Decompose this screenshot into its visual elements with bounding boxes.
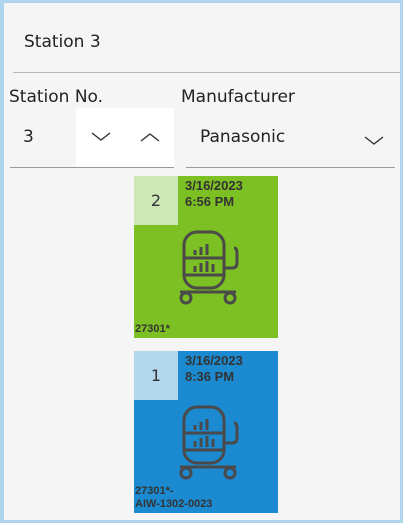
station-no-underline (10, 167, 174, 168)
card-timestamp: 3/16/2023 8:36 PM (185, 353, 243, 385)
manufacturer-select[interactable]: Panasonic (200, 127, 285, 147)
title-divider (13, 72, 400, 73)
card-time: 6:56 PM (185, 194, 235, 209)
feeder-cart-icon (179, 405, 239, 480)
card-time: 8:36 PM (185, 369, 235, 384)
feeder-card[interactable]: 2 3/16/2023 6:56 PM 27301* (134, 176, 278, 338)
chevron-down-icon (91, 132, 111, 141)
dropdown-chevron-button[interactable] (364, 131, 384, 150)
panel-title: Station 3 (24, 32, 101, 52)
manufacturer-label: Manufacturer (181, 87, 295, 107)
card-number-badge: 2 (134, 176, 178, 225)
card-date: 3/16/2023 (185, 353, 243, 368)
manufacturer-underline (186, 167, 395, 168)
chevron-down-icon (364, 136, 384, 145)
card-timestamp: 3/16/2023 6:56 PM (185, 178, 243, 210)
card-number-badge: 1 (134, 351, 178, 400)
increment-button[interactable] (125, 108, 174, 167)
card-date: 3/16/2023 (185, 178, 243, 193)
chevron-up-icon (140, 133, 160, 142)
card-id: 27301* (135, 323, 170, 335)
feeder-card[interactable]: 1 3/16/2023 8:36 PM 27301*- AIW-1302-002… (134, 351, 278, 513)
station-no-label: Station No. (9, 87, 104, 107)
station-panel: Station 3 Station No. Manufacturer 3 Pan… (0, 0, 403, 523)
station-no-input[interactable]: 3 (23, 127, 34, 147)
feeder-cart-icon (179, 230, 239, 305)
station-stepper (76, 108, 174, 167)
card-id: 27301*- AIW-1302-0023 (135, 485, 213, 510)
decrement-button[interactable] (76, 108, 125, 167)
